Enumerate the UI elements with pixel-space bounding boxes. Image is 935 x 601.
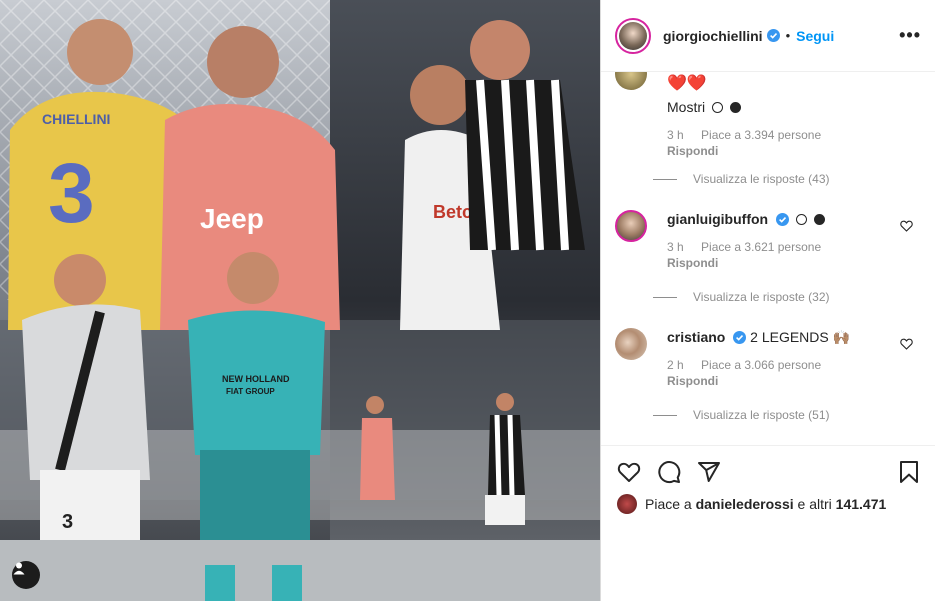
bookmark-icon[interactable] [897, 460, 921, 484]
comment-text: gianluigibuffon [667, 210, 897, 228]
view-replies-line [653, 296, 677, 298]
post-actions: Piace a danielederossi e altri 141.471 [601, 445, 935, 601]
comment-avatar[interactable] [615, 328, 647, 360]
white-circle-icon [712, 102, 724, 113]
comment-text: Mostri [667, 98, 897, 116]
post-header: giorgiochiellini • Segui ••• [601, 0, 935, 72]
likes-summary: Piace a danielederossi e altri 141.471 [617, 494, 886, 514]
view-replies-button[interactable]: Visualizza le risposte (32) [653, 290, 830, 304]
reply-button[interactable]: Rispondi [667, 142, 897, 160]
comment-meta: 3 h Piace a 3.394 persone [667, 128, 897, 142]
user-tag-icon[interactable] [12, 561, 40, 589]
comment-time[interactable]: 2 h [667, 358, 684, 372]
comment-likes[interactable]: Piace a 3.066 persone [701, 358, 821, 372]
comment-message: 2 LEGENDS 🙌🏽 [750, 329, 851, 345]
photo-text-shorts-number: 3 [62, 511, 73, 533]
black-circle-icon [729, 102, 741, 113]
comment-likes[interactable]: Piace a 3.394 persone [701, 128, 821, 142]
comment-emoji: ❤️❤️ [667, 75, 707, 92]
photo-text-sponsor3b: FIAT GROUP [226, 387, 275, 396]
comment-body: cristiano 2 LEGENDS 🙌🏽 2 h Piace a 3.066… [667, 328, 897, 390]
author-avatar[interactable] [615, 17, 651, 54]
comment-meta: 3 h Piace a 3.621 persone [667, 240, 897, 254]
more-options-button[interactable]: ••• [899, 26, 921, 44]
view-replies-line [653, 414, 677, 416]
comment-time[interactable]: 3 h [667, 240, 684, 254]
view-replies-label: Visualizza le risposte (43) [693, 172, 830, 186]
comment-username[interactable]: cristiano [667, 329, 725, 345]
likes-prefix: Piace a [645, 496, 692, 512]
verified-badge-icon [775, 213, 789, 226]
reply-button[interactable]: Rispondi [667, 254, 897, 272]
share-icon[interactable] [697, 460, 721, 484]
comment-meta: 2 h Piace a 3.066 persone [667, 358, 897, 372]
comment-avatar[interactable] [615, 72, 647, 90]
black-circle-icon [813, 214, 825, 225]
comment-message: Mostri [667, 99, 706, 115]
comment-text-line: ❤️❤️ [667, 72, 897, 94]
photo-text-sponsor3: NEW HOLLAND [222, 374, 290, 384]
reply-button[interactable]: Rispondi [667, 372, 897, 390]
post-image[interactable]: CHIELLINI 3 Jeep Betclic 3 NEW HOLLAND F… [0, 0, 600, 601]
liker-username[interactable]: danielederossi [696, 496, 794, 512]
comment-like-icon[interactable] [900, 220, 913, 232]
comment-icon[interactable] [657, 460, 681, 484]
verified-badge-icon [766, 29, 780, 42]
view-replies-button[interactable]: Visualizza le risposte (51) [653, 408, 830, 422]
view-replies-button[interactable]: Visualizza le risposte (43) [653, 172, 830, 186]
author-username[interactable]: giorgiochiellini [663, 28, 763, 44]
header-separator: • [785, 28, 791, 43]
comment-body: gianluigibuffon 3 h Piace a 3.621 person… [667, 210, 897, 272]
comment-like-icon[interactable] [900, 338, 913, 350]
comment-time[interactable]: 3 h [667, 128, 684, 142]
photo-text-sponsor: Jeep [200, 203, 264, 234]
view-replies-line [653, 178, 677, 180]
comment-username[interactable]: gianluigibuffon [667, 211, 768, 227]
verified-badge-icon [733, 331, 747, 344]
view-replies-label: Visualizza le risposte (51) [693, 408, 830, 422]
photo-text-jersey-name: CHIELLINI [42, 111, 110, 127]
photo-collage: CHIELLINI 3 Jeep Betclic 3 NEW HOLLAND F… [0, 0, 600, 601]
liker-avatar[interactable] [617, 494, 637, 514]
comment-body: ❤️❤️ Mostri 3 h Piace a 3.394 persone Ri… [667, 72, 897, 160]
comments-list: ❤️❤️ Mostri 3 h Piace a 3.394 persone Ri… [601, 72, 935, 445]
likes-suffix: e altri [797, 496, 832, 512]
white-circle-icon [795, 214, 807, 225]
likes-count[interactable]: 141.471 [836, 496, 887, 512]
post-sidebar: giorgiochiellini • Segui ••• ❤️❤️ Mostri [600, 0, 935, 601]
comment-text: cristiano 2 LEGENDS 🙌🏽 [667, 328, 897, 346]
comment-likes[interactable]: Piace a 3.621 persone [701, 240, 821, 254]
heart-icon[interactable] [617, 460, 641, 484]
follow-button[interactable]: Segui [796, 28, 834, 44]
instagram-post: CHIELLINI 3 Jeep Betclic 3 NEW HOLLAND F… [0, 0, 935, 601]
photo-text-jersey-number: 3 [48, 146, 95, 240]
comment-avatar[interactable] [615, 210, 647, 242]
view-replies-label: Visualizza le risposte (32) [693, 290, 830, 304]
